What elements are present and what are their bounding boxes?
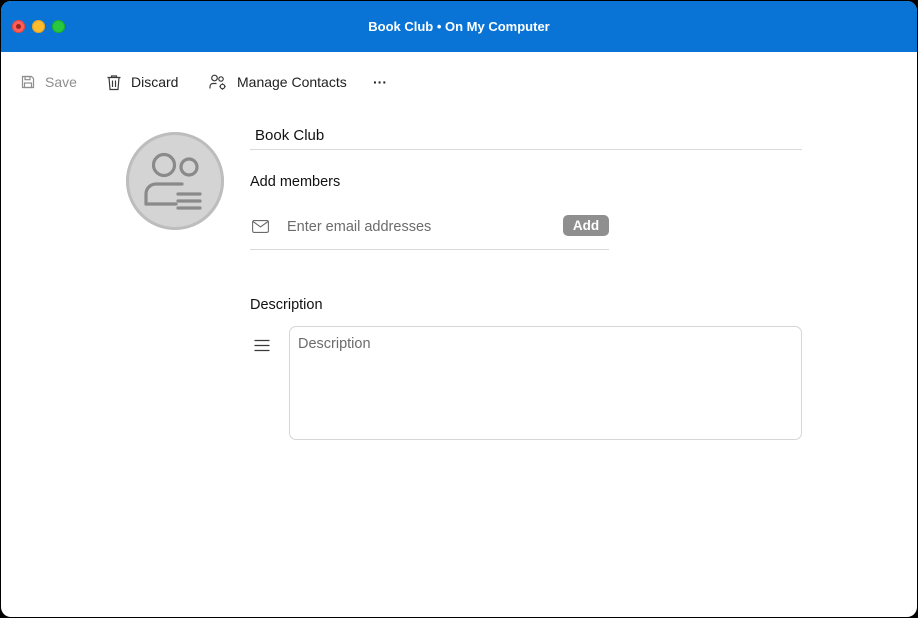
people-settings-icon: [209, 74, 228, 91]
more-button[interactable]: ···: [373, 73, 387, 91]
group-avatar[interactable]: [126, 132, 224, 230]
discard-label: Discard: [131, 74, 179, 90]
text-lines-icon: [254, 339, 270, 357]
group-name-field[interactable]: [250, 122, 802, 150]
group-name-input[interactable]: [250, 122, 795, 148]
more-icon: ···: [373, 74, 387, 90]
manage-contacts-label: Manage Contacts: [237, 74, 347, 90]
description-heading: Description: [250, 297, 323, 313]
save-button[interactable]: Save: [20, 73, 77, 91]
discard-button[interactable]: Discard: [106, 73, 178, 91]
description-field[interactable]: [289, 326, 802, 441]
save-label: Save: [45, 74, 77, 90]
save-icon: [20, 74, 36, 90]
title-bar: Book Club • On My Computer: [1, 1, 917, 52]
email-input[interactable]: [285, 215, 559, 239]
manage-contacts-button[interactable]: Manage Contacts: [209, 73, 347, 91]
mail-icon: [252, 220, 269, 238]
add-members-heading: Add members: [250, 174, 341, 190]
email-entry-row: Add: [250, 209, 609, 250]
description-textarea[interactable]: [290, 327, 801, 441]
contact-group-window: Book Club • On My Computer Save Discard …: [1, 1, 917, 617]
add-member-button[interactable]: Add: [563, 215, 609, 236]
toolbar: Save Discard Manage Contacts ···: [1, 52, 917, 112]
trash-icon: [106, 74, 122, 91]
window-title: Book Club • On My Computer: [368, 19, 550, 34]
